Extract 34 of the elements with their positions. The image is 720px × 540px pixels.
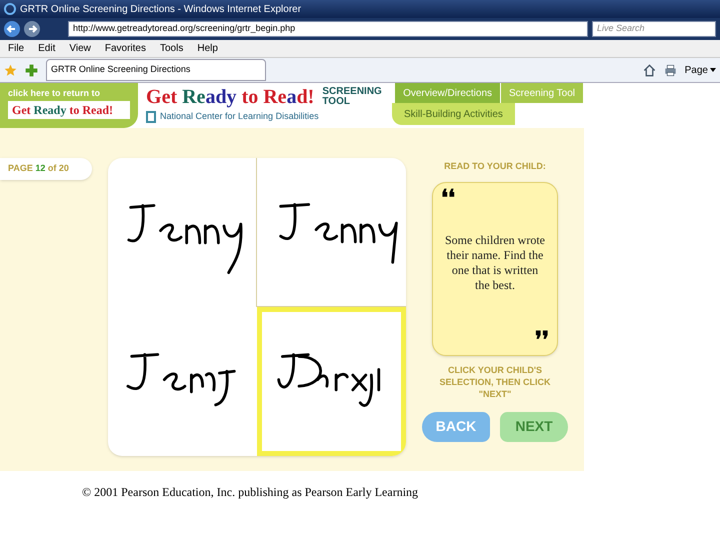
copyright-text: © 2001 Pearson Education, Inc. publishing as Pearson Early Learning [82,485,418,499]
book-icon [146,110,156,123]
menu-item[interactable]: Edit [38,41,56,56]
return-banner[interactable]: click here to return to Get Ready to Read! [0,83,138,128]
prompt-heading: READ TO YOUR CHILD: [444,160,546,173]
menu-item[interactable]: Favorites [104,41,146,56]
back-icon[interactable] [4,21,20,37]
print-icon[interactable] [664,64,677,76]
logo-tagline: SCREENING TOOL [322,87,382,107]
address-field[interactable]: http://www.getreadytoread.org/screening/grtr_begin.php [68,21,588,37]
nav-tab[interactable]: Skill-Building Activities [392,103,515,125]
page-menu-button[interactable]: Page [684,62,716,78]
home-icon[interactable] [642,64,656,76]
plus-icon[interactable] [25,64,38,76]
choice-cell[interactable] [257,307,406,456]
return-logo[interactable]: Get Ready to Read! [8,100,130,118]
caret-icon [710,68,716,72]
menu-item[interactable]: View [69,41,91,56]
window-title: GRTR Online Screening Directions - Windows Internet Explorer [20,2,302,16]
star-icon[interactable] [4,64,17,76]
page-indicator: PAGE 12 of 20 [0,158,92,180]
browser-tab[interactable]: GRTR Online Screening Directions [46,59,266,81]
org-name: National Center for Learning Disabilities [160,110,319,123]
menu-item[interactable]: File [8,41,24,56]
forward-icon[interactable] [24,21,40,37]
logo: Get Ready to Read! [146,87,314,107]
menu-item[interactable]: Tools [160,41,184,56]
search-field[interactable]: Live Search [592,21,716,37]
close-quote: ❜❜ [535,328,549,350]
menu-item[interactable]: Help [197,41,218,56]
open-quote: ❛❛ [441,186,456,208]
prompt-text: Some children wrote their name. Find the one that is written the best. [444,232,546,292]
browser-icon [4,3,16,15]
instruction-text: CLICK YOUR CHILD'S SELECTION, THEN CLICK "NEXT" [438,364,552,400]
